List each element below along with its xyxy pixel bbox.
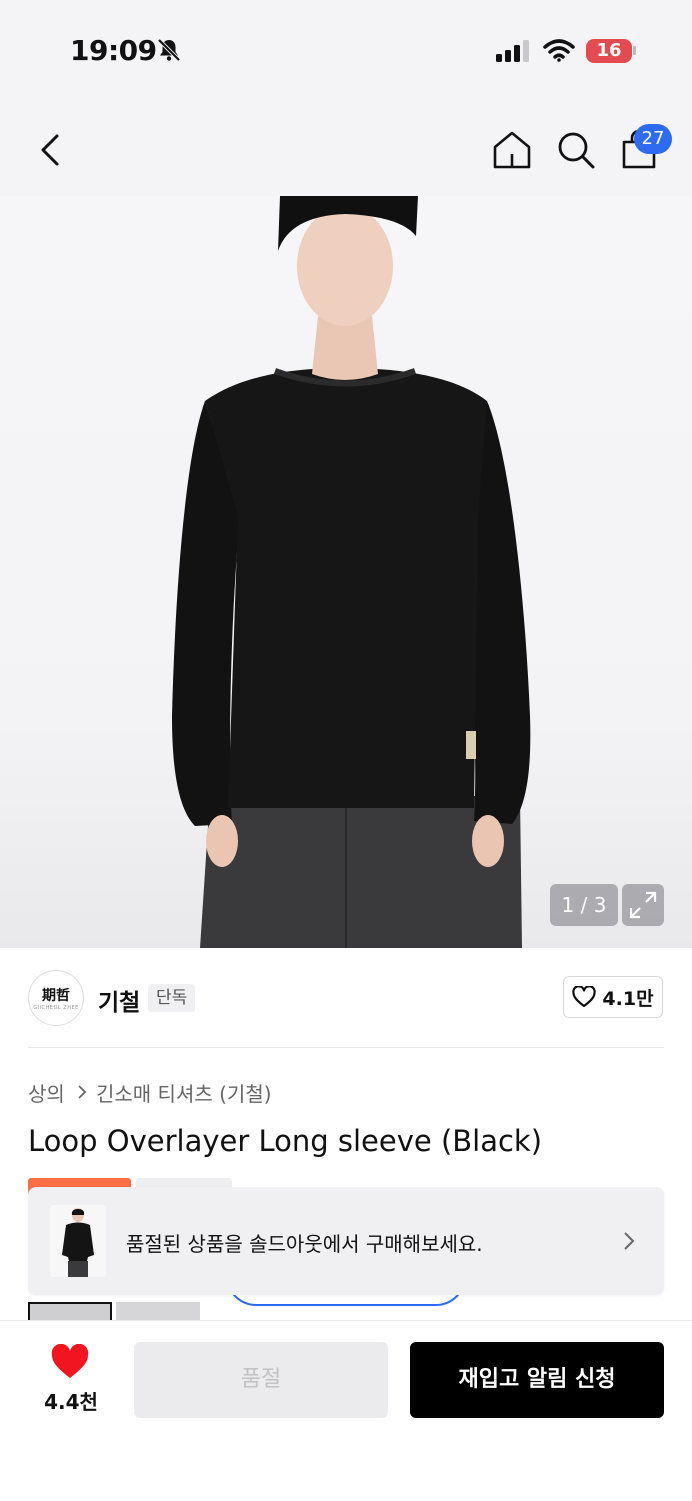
brand-like-button[interactable]: 4.1만 <box>563 976 663 1018</box>
bell-muted-icon <box>157 38 181 62</box>
wish-count: 4.4천 <box>44 1390 98 1414</box>
cart-count-badge: 27 <box>634 124 672 154</box>
wifi-icon <box>543 39 575 62</box>
color-thumbnail-selected[interactable] <box>28 1302 112 1322</box>
breadcrumb-category[interactable]: 상의 <box>28 1078 65 1107</box>
brand-logo-subtext: GIICHEOL ZHEE <box>33 1005 79 1011</box>
cellular-signal-icon <box>496 40 529 62</box>
restock-alert-button[interactable]: 재입고 알림 신청 <box>410 1342 664 1418</box>
chevron-right-icon[interactable] <box>620 1228 638 1254</box>
brand-name[interactable]: 기철 <box>98 983 140 1017</box>
home-icon[interactable] <box>490 128 534 172</box>
soldout-button[interactable]: 품절 <box>134 1342 388 1418</box>
color-thumbnail[interactable] <box>116 1302 200 1322</box>
breadcrumb-subcategory[interactable]: 긴소매 티셔츠 (기철) <box>96 1078 272 1107</box>
model-illustration <box>172 196 531 948</box>
brand-like-count: 4.1만 <box>602 987 654 1010</box>
brand-logo[interactable]: 期哲 GIICHEOL ZHEE <box>28 970 84 1026</box>
toast-message: 품절된 상품을 솔드아웃에서 구매해보세요. <box>126 1232 483 1256</box>
heart-outline-icon <box>572 986 597 1008</box>
toast-product-thumbnail <box>50 1205 106 1277</box>
back-button[interactable] <box>30 128 70 172</box>
exclusive-badge: 단독 <box>148 984 196 1012</box>
product-image[interactable] <box>0 196 692 948</box>
status-time: 19:09 <box>70 34 157 67</box>
expand-icon[interactable] <box>622 884 664 926</box>
breadcrumb-chevron-icon <box>78 1085 87 1099</box>
divider <box>28 1047 664 1048</box>
heart-filled-icon[interactable] <box>50 1344 90 1380</box>
battery-tip <box>633 46 636 55</box>
image-counter: 1 / 3 <box>550 884 618 926</box>
search-icon[interactable] <box>554 128 598 172</box>
battery-indicator: 16 <box>586 39 632 63</box>
brand-logo-text: 期哲 <box>42 988 70 1004</box>
product-title: Loop Overlayer Long sleeve (Black) <box>28 1124 543 1158</box>
